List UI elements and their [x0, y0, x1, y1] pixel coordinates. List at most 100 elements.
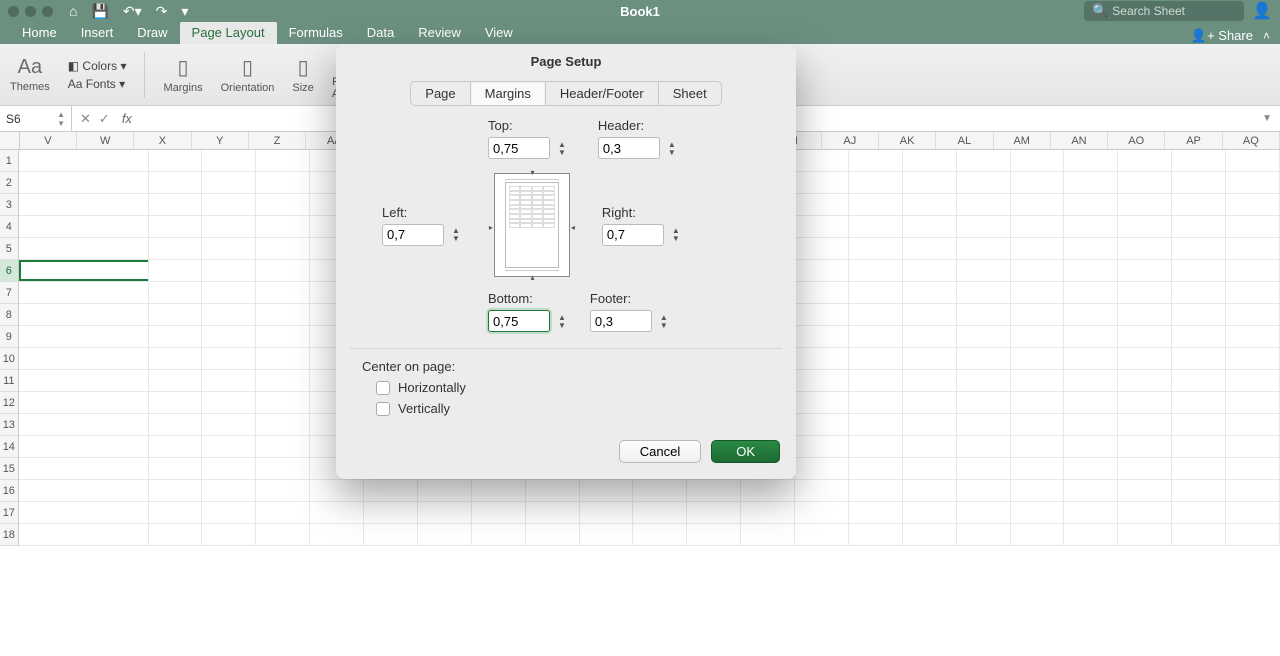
column-header[interactable]: AO [1108, 132, 1165, 149]
cell[interactable] [364, 502, 418, 524]
ok-button[interactable]: OK [711, 440, 780, 463]
column-header[interactable]: W [77, 132, 134, 149]
column-header[interactable]: AL [936, 132, 993, 149]
cell[interactable] [1064, 392, 1118, 414]
cell[interactable] [256, 150, 310, 172]
cell[interactable] [1226, 194, 1280, 216]
cell[interactable] [903, 348, 957, 370]
cell[interactable] [849, 282, 903, 304]
cell[interactable] [849, 150, 903, 172]
cell[interactable] [849, 436, 903, 458]
cell[interactable] [19, 194, 149, 216]
row-header[interactable]: 6 [0, 260, 19, 282]
cell[interactable] [256, 194, 310, 216]
spin-down-icon[interactable]: ▼ [666, 149, 678, 156]
column-header[interactable]: AJ [822, 132, 879, 149]
cell[interactable] [1226, 150, 1280, 172]
share-button[interactable]: 👤+ Share [1191, 28, 1253, 44]
cell[interactable] [202, 392, 256, 414]
cell[interactable] [19, 480, 149, 502]
cell[interactable] [795, 194, 849, 216]
cell[interactable] [1118, 348, 1172, 370]
cell[interactable] [1064, 304, 1118, 326]
cell[interactable] [1118, 326, 1172, 348]
cell[interactable] [795, 216, 849, 238]
column-header[interactable]: AM [994, 132, 1051, 149]
cell[interactable] [1011, 370, 1065, 392]
column-header[interactable]: X [134, 132, 191, 149]
cell[interactable] [849, 326, 903, 348]
cell[interactable] [19, 436, 149, 458]
cell[interactable] [202, 282, 256, 304]
themes-button[interactable]: Aa Themes [10, 56, 50, 93]
cell[interactable] [202, 524, 256, 546]
cell[interactable] [1011, 414, 1065, 436]
cell[interactable] [1118, 304, 1172, 326]
cell[interactable] [795, 326, 849, 348]
cell[interactable] [202, 348, 256, 370]
cell[interactable] [256, 392, 310, 414]
cell[interactable] [1011, 216, 1065, 238]
cell[interactable] [1118, 436, 1172, 458]
column-header[interactable]: AK [879, 132, 936, 149]
cell[interactable] [1011, 436, 1065, 458]
cell[interactable] [1226, 502, 1280, 524]
cell[interactable] [256, 304, 310, 326]
cell[interactable] [149, 238, 203, 260]
tab-home[interactable]: Home [10, 21, 69, 44]
cell[interactable] [202, 370, 256, 392]
cell[interactable] [633, 480, 687, 502]
cell[interactable] [687, 524, 741, 546]
cell[interactable] [149, 524, 203, 546]
cell[interactable] [957, 238, 1011, 260]
cell[interactable] [1011, 150, 1065, 172]
cell[interactable] [1226, 260, 1280, 282]
cell[interactable] [1172, 304, 1226, 326]
row-header[interactable]: 13 [0, 414, 19, 436]
cell[interactable] [1064, 524, 1118, 546]
cell[interactable] [1226, 392, 1280, 414]
cell[interactable] [1226, 326, 1280, 348]
tab-insert[interactable]: Insert [69, 21, 126, 44]
cell[interactable] [149, 502, 203, 524]
dialog-tab-margins[interactable]: Margins [470, 81, 546, 106]
enter-formula-icon[interactable]: ✓ [99, 111, 110, 127]
cell[interactable] [256, 348, 310, 370]
cell[interactable] [19, 326, 149, 348]
customize-qat-icon[interactable]: ▾ [181, 3, 188, 20]
cell[interactable] [256, 260, 310, 282]
minimize-window-icon[interactable] [25, 6, 36, 17]
footer-margin-input[interactable] [590, 310, 652, 332]
tab-draw[interactable]: Draw [125, 21, 179, 44]
cell[interactable] [149, 458, 203, 480]
cell[interactable] [256, 414, 310, 436]
cell[interactable] [1118, 172, 1172, 194]
cell[interactable] [957, 392, 1011, 414]
cell[interactable] [795, 392, 849, 414]
header-margin-spinner[interactable]: ▲▼ [598, 137, 678, 159]
footer-margin-spinner[interactable]: ▲▼ [590, 310, 670, 332]
cell[interactable] [149, 348, 203, 370]
cell[interactable] [19, 348, 149, 370]
cell[interactable] [1172, 502, 1226, 524]
cell[interactable] [202, 304, 256, 326]
cell[interactable] [1172, 194, 1226, 216]
cell[interactable] [849, 524, 903, 546]
undo-icon[interactable]: ↶▾ [123, 3, 142, 20]
cell[interactable] [418, 502, 472, 524]
cell[interactable] [849, 238, 903, 260]
row-header[interactable]: 10 [0, 348, 19, 370]
cell[interactable] [1011, 458, 1065, 480]
cell[interactable] [849, 480, 903, 502]
cell[interactable] [19, 304, 149, 326]
cell[interactable] [310, 480, 364, 502]
cell[interactable] [795, 282, 849, 304]
cell[interactable] [1011, 502, 1065, 524]
cell[interactable] [957, 326, 1011, 348]
cell[interactable] [1011, 260, 1065, 282]
cell[interactable] [957, 348, 1011, 370]
spin-down-icon[interactable]: ▼ [556, 322, 568, 329]
save-icon[interactable]: 💾 [91, 3, 108, 20]
cell[interactable] [903, 524, 957, 546]
cell[interactable] [526, 480, 580, 502]
